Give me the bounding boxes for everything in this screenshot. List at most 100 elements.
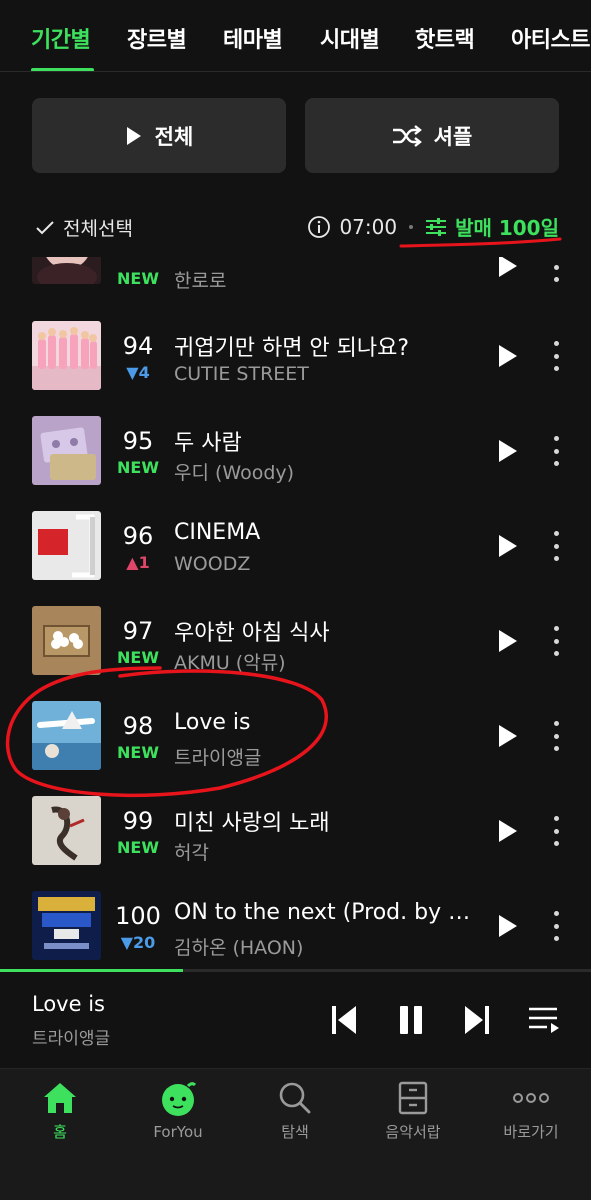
nav-home[interactable]: 홈: [10, 1081, 110, 1142]
select-all-label: 전체선택: [63, 218, 133, 240]
info-icon[interactable]: [307, 215, 331, 239]
track-artist: 김하온 (HAON): [174, 937, 304, 959]
album-cover: [32, 257, 101, 284]
play-icon[interactable]: [497, 819, 519, 843]
separator-dot: [409, 224, 414, 229]
nav-explore-label: 탐색: [281, 1123, 309, 1141]
play-icon[interactable]: [497, 344, 519, 368]
play-icon[interactable]: [497, 257, 519, 278]
rank-change: NEW: [117, 648, 159, 667]
tab-period[interactable]: 기간별: [31, 22, 91, 54]
rank-change: NEW: [117, 458, 159, 477]
rank-number: 95: [122, 427, 154, 455]
list-item[interactable]: 98 NEW Love is 트라이앵글: [0, 677, 591, 772]
playback-progress-fill: [0, 969, 184, 972]
play-icon[interactable]: [497, 439, 519, 463]
play-icon[interactable]: [497, 629, 519, 653]
play-icon: [126, 126, 141, 145]
album-cover: [32, 511, 101, 580]
tab-hot-track[interactable]: 핫트랙: [415, 22, 475, 54]
list-item[interactable]: 94 ▼4 귀엽기만 하면 안 되나요? CUTIE STREET: [0, 297, 591, 392]
filter-sliders-icon: [426, 217, 447, 236]
rank-change: NEW: [117, 838, 159, 857]
track-artist: 트라이앵글: [174, 747, 262, 769]
album-cover: [32, 416, 101, 485]
nav-music-drawer-label: 음악서랍: [385, 1123, 441, 1141]
rank-change: NEW: [117, 743, 159, 762]
list-item[interactable]: 96 ▲1 CINEMA WOODZ: [0, 487, 591, 582]
select-all-toggle[interactable]: 전체선택: [35, 214, 133, 241]
nav-home-label: 홈: [53, 1123, 67, 1141]
track-title: 우아한 아침 식사: [174, 621, 330, 646]
rank-number: 98: [122, 712, 154, 740]
track-title: ON to the next (Prod. by C...: [174, 900, 479, 925]
red-underline-annotation: [399, 237, 562, 248]
list-item[interactable]: 95 NEW 두 사람 우디 (Woody): [0, 392, 591, 487]
drawer-icon: [398, 1081, 428, 1115]
nav-music-drawer[interactable]: 음악서랍: [363, 1081, 463, 1142]
play-icon[interactable]: [497, 724, 519, 748]
list-item[interactable]: NEW 한로로: [0, 257, 591, 297]
more-options-icon[interactable]: [550, 816, 562, 846]
more-options-icon[interactable]: [550, 436, 562, 466]
track-artist: 허각: [174, 842, 209, 864]
chart-list: NEW 한로로 94 ▼4 귀엽기만 하면 안 되나요? CUTIE STREE…: [0, 257, 591, 969]
check-icon: [36, 220, 54, 234]
list-item[interactable]: 99 NEW 미친 사랑의 노래 허각: [0, 772, 591, 867]
track-artist: 우디 (Woody): [174, 462, 295, 484]
playback-progress[interactable]: [0, 969, 591, 972]
track-artist: AKMU (악뮤): [174, 652, 286, 674]
nav-explore[interactable]: 탐색: [245, 1081, 345, 1142]
play-icon[interactable]: [497, 914, 519, 938]
divider: [0, 71, 591, 72]
list-item[interactable]: 97 NEW 우아한 아침 식사 AKMU (악뮤): [0, 582, 591, 677]
track-title: 두 사람: [174, 431, 242, 456]
nav-shortcuts-label: 바로가기: [503, 1123, 559, 1141]
rank-number: 100: [115, 902, 161, 930]
nav-shortcuts[interactable]: 바로가기: [481, 1081, 581, 1142]
album-cover: [32, 701, 101, 770]
rank-number: 94: [122, 332, 154, 360]
rank-number: 97: [122, 617, 154, 645]
tab-theme[interactable]: 테마별: [223, 22, 283, 54]
play-all-button[interactable]: 전체: [32, 98, 286, 173]
rank-number: 96: [122, 522, 154, 550]
pause-icon[interactable]: [397, 1004, 425, 1036]
rank-change: ▼4: [126, 363, 150, 382]
rank-change: ▲1: [126, 553, 150, 572]
more-options-icon[interactable]: [550, 341, 562, 371]
rank-change: ▼20: [120, 933, 156, 952]
home-icon: [44, 1083, 76, 1113]
more-options-icon[interactable]: [550, 531, 562, 561]
rank-number: 99: [122, 807, 154, 835]
more-options-icon[interactable]: [550, 911, 562, 941]
album-cover: [32, 321, 101, 390]
previous-track-icon[interactable]: [330, 1004, 358, 1036]
shuffle-icon: [392, 124, 422, 147]
track-title: Love is: [174, 710, 251, 735]
list-item[interactable]: 100 ▼20 ON to the next (Prod. by C... 김하…: [0, 867, 591, 962]
play-icon[interactable]: [497, 534, 519, 558]
track-title: 미친 사랑의 노래: [174, 811, 330, 836]
more-dots-icon: [513, 1093, 549, 1103]
play-all-label: 전체: [154, 124, 194, 149]
category-tabs: 기간별 장르별 테마별 시대별 핫트랙 아티스트: [0, 0, 591, 72]
nav-foryou-label: ForYou: [153, 1123, 203, 1141]
tab-era[interactable]: 시대별: [320, 22, 380, 54]
bottom-navigation: 홈 ForYou 탐색 음악서랍 바로가기: [0, 1068, 591, 1200]
album-cover: [32, 606, 101, 675]
playlist-icon[interactable]: [527, 1004, 561, 1036]
more-options-icon[interactable]: [550, 721, 562, 751]
nav-foryou[interactable]: ForYou: [128, 1081, 228, 1141]
next-track-icon[interactable]: [463, 1004, 491, 1036]
more-options-icon[interactable]: [550, 626, 562, 656]
more-options-icon[interactable]: [550, 257, 562, 282]
album-cover: [32, 796, 101, 865]
track-artist: 한로로: [174, 270, 227, 292]
now-playing-title[interactable]: Love is: [32, 992, 105, 1016]
album-cover: [32, 891, 101, 960]
tab-genre[interactable]: 장르별: [127, 22, 187, 54]
shuffle-button[interactable]: 셔플: [305, 98, 559, 173]
tab-artist[interactable]: 아티스트: [511, 22, 590, 54]
track-title: 귀엽기만 하면 안 되나요?: [174, 336, 410, 361]
